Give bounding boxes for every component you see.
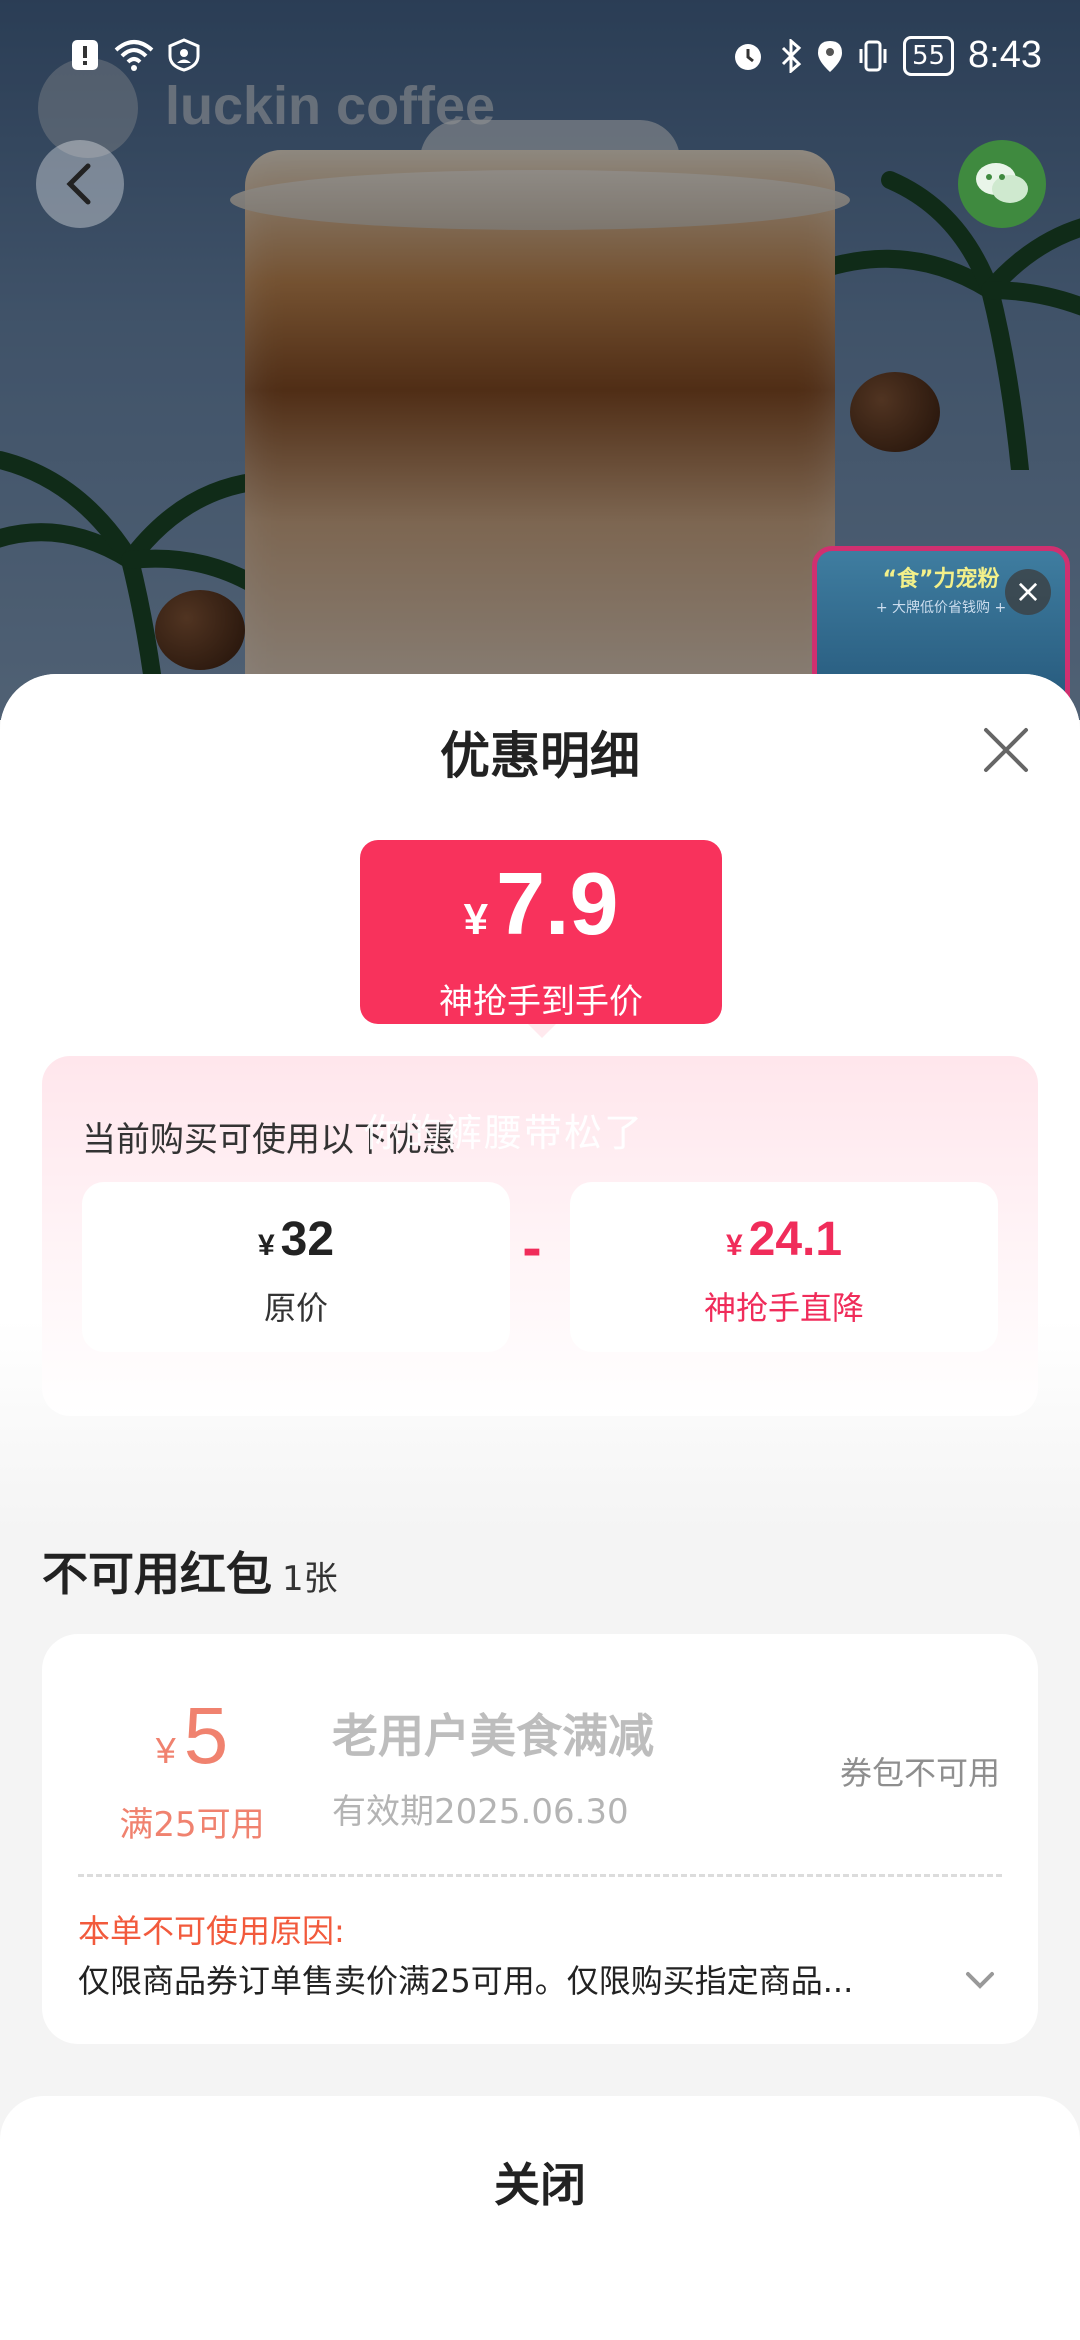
vibrate-icon [859,40,887,71]
unavailable-count: 1张 [282,1559,338,1599]
original-price-value: 32 [280,1213,335,1266]
coupon-divider [78,1874,1002,1877]
coupon-card[interactable]: ¥5 满25可用 老用户美食满减 有效期2025.06.30 券包不可用 本单不… [42,1634,1038,2044]
discount-value: 24.1 [748,1213,843,1266]
coupon-condition: 满25可用 [119,1805,265,1845]
coupon-amount: 5 [183,1691,229,1780]
currency-symbol: ¥ [155,1730,176,1771]
final-price-badge: ¥7.9 神抢手到手价 [360,840,722,1024]
sheet-title: 优惠明细 [440,727,640,785]
promo-close-button[interactable]: × [1005,569,1051,615]
chevron-left-icon [66,163,91,205]
coupon-amount-block: ¥5 满25可用 [92,1692,292,1846]
coupon-validity: 有效期2025.06.30 [332,1792,629,1832]
alarm-icon [734,43,761,70]
close-button[interactable]: 关闭 [340,2132,740,2232]
close-icon[interactable] [980,724,1032,776]
final-price-label: 神抢手到手价 [439,982,643,1022]
location-icon [817,40,842,72]
coupon-name: 老用户美食满减 [332,1709,654,1763]
status-bar: 55 8:43 [0,30,1080,90]
price-badge-pointer [526,1022,558,1038]
reason-text: 仅限商品券订单售卖价满25可用。仅限购买指定商品... [78,1962,854,2000]
original-price-box: ¥32 原价 [82,1182,510,1352]
currency-symbol: ¥ [463,895,489,944]
alert-icon [72,40,98,70]
reason-label: 本单不可使用原因: [78,1912,345,1950]
final-price-value: 7.9 [496,854,619,953]
wechat-icon [976,163,1028,203]
unavailable-section-title: 不可用红包 1张 [42,1538,338,1604]
wechat-share-button[interactable] [958,140,1046,228]
chevron-down-icon[interactable] [962,1962,998,1998]
coupon-status: 券包不可用 [839,1754,1000,1792]
minus-sign: - [522,1222,542,1278]
currency-symbol: ¥ [257,1229,275,1262]
sheet-footer: 关闭 [0,2096,1080,2340]
discount-detail-sheet: 优惠明细 当前购买可使用以下优惠 你的裤腰带松了 ¥32 原价 - ¥24.1 … [0,674,1080,2340]
battery-indicator: 55 [902,35,955,76]
vpn-icon [168,38,200,72]
currency-symbol: ¥ [725,1229,743,1262]
discount-panel: 当前购买可使用以下优惠 你的裤腰带松了 ¥32 原价 - ¥24.1 神抢手直降 [42,1056,1038,1416]
unavailable-title-text: 不可用红包 [42,1547,272,1601]
back-button[interactable] [36,140,124,228]
clock: 8:43 [968,34,1042,76]
wifi-icon [114,40,154,71]
discount-box: ¥24.1 神抢手直降 [570,1182,998,1352]
bluetooth-icon [781,38,802,73]
discount-label: 神抢手直降 [703,1289,864,1327]
original-price-label: 原价 [263,1289,328,1327]
watermark-text: 你的裤腰带松了 [364,1111,645,1155]
